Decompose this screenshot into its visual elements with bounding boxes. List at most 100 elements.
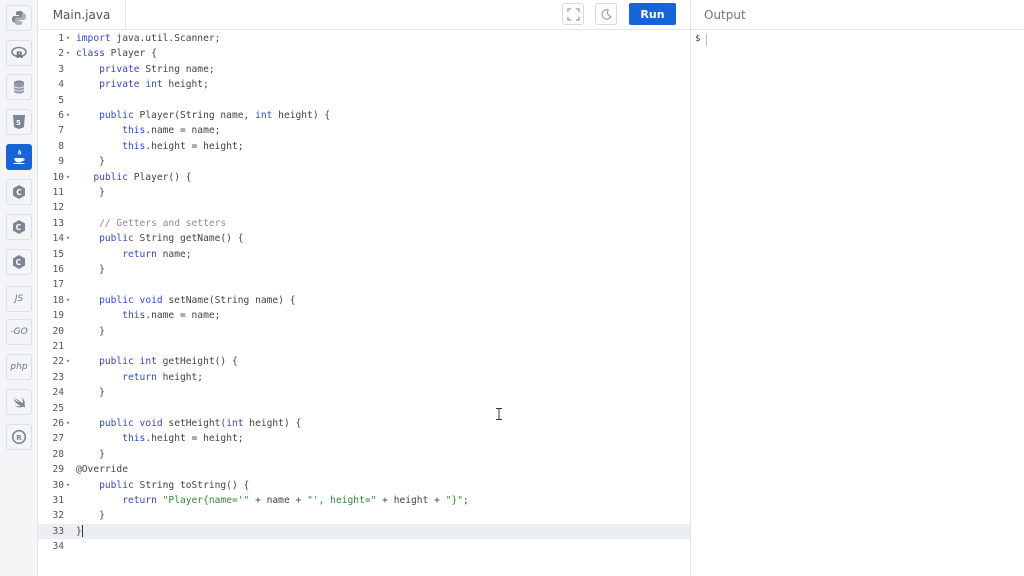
code-text: public String toString() {: [99, 479, 250, 491]
fold-toggle-icon[interactable]: ▾: [66, 354, 74, 369]
code-line[interactable]: 5: [38, 93, 690, 108]
code-text: this.height = height;: [122, 433, 244, 445]
csharp-icon[interactable]: C: [6, 249, 32, 275]
code-line[interactable]: 32 }: [38, 508, 690, 523]
code-text: public Player() {: [93, 171, 192, 183]
line-number: 16: [52, 264, 64, 275]
python-icon[interactable]: [6, 5, 32, 31]
code-line[interactable]: 18 ▾ public void setName(String name) {: [38, 293, 690, 308]
code-line[interactable]: 34: [38, 539, 690, 554]
fold-toggle-icon[interactable]: ▾: [66, 108, 74, 123]
java-icon[interactable]: [6, 144, 32, 170]
code-line[interactable]: 21: [38, 339, 690, 354]
line-number: 22: [52, 356, 64, 368]
code-text: public int getHeight() {: [99, 356, 238, 368]
line-number: 13: [52, 217, 64, 229]
svg-text:C: C: [16, 258, 22, 267]
code-editor[interactable]: 1 ▾ import java.util.Scanner; 2 ▾ class Playe…: [38, 31, 690, 576]
code-line[interactable]: 17: [38, 277, 690, 292]
code-text: return height;: [122, 371, 204, 383]
html5-icon[interactable]: 5: [6, 109, 32, 135]
code-line[interactable]: 10 ▾ public Player() {: [38, 170, 690, 185]
fullscreen-button[interactable]: [562, 3, 584, 25]
fullscreen-icon: [566, 7, 580, 21]
code-line[interactable]: 28 }: [38, 447, 690, 462]
line-number: 11: [52, 187, 64, 198]
line-number: 29: [52, 464, 64, 476]
file-tab-main-java[interactable]: Main.java: [38, 0, 126, 30]
line-number: 27: [52, 433, 64, 445]
code-line[interactable]: 11 }: [38, 185, 690, 200]
rust-icon[interactable]: R: [6, 424, 32, 450]
code-text: public String getName() {: [99, 233, 244, 245]
fold-toggle-icon[interactable]: ▾: [66, 293, 74, 308]
swift-icon[interactable]: [6, 389, 32, 415]
php-label: php: [10, 362, 28, 372]
fold-toggle-icon[interactable]: ▾: [66, 46, 74, 61]
code-text: }: [76, 325, 105, 337]
svg-text:C: C: [16, 188, 22, 197]
js-label: JS: [14, 294, 24, 304]
line-number: 4: [58, 79, 64, 91]
code-line[interactable]: 3 private String name;: [38, 62, 690, 77]
code-text: this.name = name;: [122, 310, 221, 322]
code-line[interactable]: 15 return name;: [38, 247, 690, 262]
code-line[interactable]: 2 ▾ class Player {: [38, 46, 690, 61]
fold-toggle-icon[interactable]: ▾: [66, 170, 74, 185]
line-number: 1: [58, 33, 64, 44]
code-text: public Player(String name, int height) {: [99, 110, 331, 121]
code-line[interactable]: 25: [38, 401, 690, 416]
line-number: 31: [52, 495, 64, 506]
go-icon[interactable]: -GO: [6, 319, 32, 345]
code-line[interactable]: 1 ▾ import java.util.Scanner;: [38, 31, 690, 46]
php-icon[interactable]: php: [6, 354, 32, 380]
fold-toggle-icon[interactable]: ▾: [66, 31, 74, 46]
code-line[interactable]: 19 this.name = name;: [38, 308, 690, 323]
code-line[interactable]: 7 this.name = name;: [38, 123, 690, 138]
code-line[interactable]: 8 this.height = height;: [38, 139, 690, 154]
r-icon[interactable]: R: [6, 40, 32, 66]
fold-toggle-icon[interactable]: ▾: [66, 478, 74, 493]
output-pane[interactable]: $: [691, 31, 1024, 576]
mouse-text-cursor-icon: [496, 408, 502, 420]
code-line[interactable]: 24 }: [38, 385, 690, 400]
code-text: }: [76, 187, 105, 198]
code-text: return name;: [122, 248, 192, 260]
line-number: 25: [52, 402, 64, 414]
code-line[interactable]: 4 private int height;: [38, 77, 690, 92]
theme-toggle-button[interactable]: [595, 3, 617, 25]
fold-toggle-icon[interactable]: ▾: [66, 231, 74, 246]
line-number: 3: [58, 63, 64, 75]
code-line[interactable]: 23 return height;: [38, 370, 690, 385]
code-line[interactable]: 6 ▾ public Player(String name, int height…: [38, 108, 690, 123]
code-line[interactable]: 14 ▾ public String getName() {: [38, 231, 690, 246]
run-button[interactable]: Run: [629, 3, 676, 25]
code-line[interactable]: 30 ▾ public String toString() {: [38, 478, 690, 493]
code-line[interactable]: 33}: [38, 523, 690, 540]
line-number: 7: [58, 125, 64, 137]
line-number: 32: [52, 510, 64, 522]
code-line[interactable]: 27 this.height = height;: [38, 431, 690, 446]
code-line[interactable]: 16 }: [38, 262, 690, 277]
line-number: 12: [52, 202, 64, 214]
code-line[interactable]: 20 }: [38, 324, 690, 339]
code-line[interactable]: 26 ▾ public void setHeight(int height) {: [38, 416, 690, 431]
code-text: this.height = height;: [122, 140, 244, 152]
line-number: 30: [52, 479, 64, 491]
line-number: 23: [52, 371, 64, 383]
code-line[interactable]: 13 // Getters and setters: [38, 216, 690, 231]
code-line[interactable]: 22 ▾ public int getHeight() {: [38, 354, 690, 369]
code-line[interactable]: 12: [38, 200, 690, 215]
code-text: return "Player{name='" + name + "', heig…: [122, 495, 469, 506]
code-text: private String name;: [99, 63, 215, 75]
code-line[interactable]: 29 @Override: [38, 462, 690, 477]
code-line[interactable]: 9 }: [38, 154, 690, 169]
line-number: 19: [52, 310, 64, 322]
js-icon[interactable]: JS: [6, 286, 32, 312]
code-line[interactable]: 31 return "Player{name='" + name + "', h…: [38, 493, 690, 508]
sql-icon[interactable]: [6, 74, 32, 100]
cpp-icon[interactable]: C: [6, 214, 32, 240]
c-icon[interactable]: C: [6, 179, 32, 205]
line-number: 17: [52, 279, 64, 291]
fold-toggle-icon[interactable]: ▾: [66, 416, 74, 431]
